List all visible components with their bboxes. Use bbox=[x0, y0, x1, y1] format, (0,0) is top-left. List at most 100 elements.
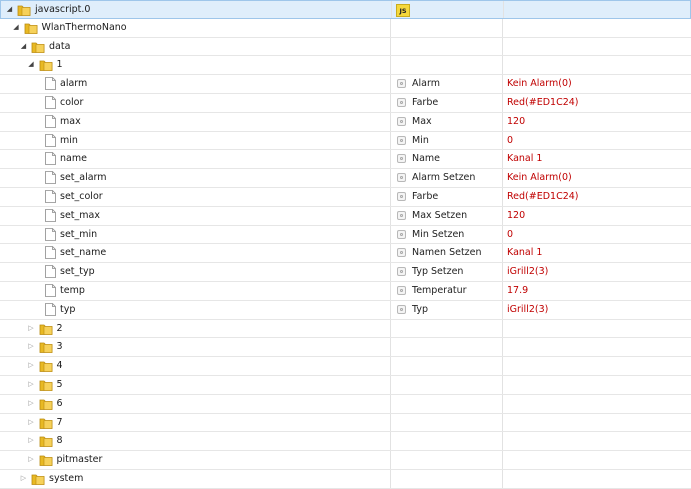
triangle-right-icon[interactable]: ▷ bbox=[27, 361, 36, 370]
state-value[interactable]: Kein Alarm(0) bbox=[507, 78, 572, 90]
id-cell: name bbox=[0, 150, 391, 169]
id-cell: ▷ 2 bbox=[0, 319, 391, 338]
state-value[interactable]: 17.9 bbox=[507, 285, 528, 297]
tree-row-wlanthermonano[interactable]: ◢ WlanThermoNano bbox=[0, 18, 691, 38]
id-cell: ▷ 4 bbox=[0, 357, 391, 375]
tree-item-label: WlanThermoNano bbox=[41, 21, 127, 33]
id-cell: ◢ 1 bbox=[0, 56, 391, 75]
state-name: Alarm Setzen bbox=[412, 172, 476, 184]
tree-item-label: set_name bbox=[60, 247, 107, 259]
folder-icon bbox=[39, 60, 52, 72]
state-name: Namen Setzen bbox=[412, 247, 482, 259]
state-value[interactable]: Red(#ED1C24) bbox=[507, 97, 579, 109]
column-divider bbox=[502, 263, 503, 281]
tree-row-alarm[interactable]: alarm Alarm Kein Alarm(0) bbox=[0, 75, 691, 94]
triangle-right-icon[interactable]: ▷ bbox=[27, 418, 36, 427]
tree-row-set-alarm[interactable]: set_alarm Alarm Setzen Kein Alarm(0) bbox=[0, 169, 691, 188]
tree-row-typ[interactable]: typ Typ iGrill2(3) bbox=[0, 300, 691, 320]
tree-row-color[interactable]: color Farbe Red(#ED1C24) bbox=[0, 93, 691, 113]
tree-row-min[interactable]: min Min 0 bbox=[0, 131, 691, 151]
column-divider bbox=[502, 357, 503, 375]
state-name: Farbe bbox=[412, 96, 439, 108]
state-name: Temperatur bbox=[412, 284, 467, 296]
file-icon bbox=[45, 133, 56, 147]
tree-row-2[interactable]: ▷ 2 bbox=[0, 319, 691, 339]
triangle-down-icon[interactable]: ◢ bbox=[5, 5, 14, 14]
triangle-right-icon[interactable]: ▷ bbox=[27, 455, 36, 464]
tree-row-set-name[interactable]: set_name Namen Setzen Kanal 1 bbox=[0, 244, 691, 264]
triangle-right-icon[interactable]: ▷ bbox=[27, 342, 36, 351]
tree-row-name[interactable]: name Name Kanal 1 bbox=[0, 150, 691, 170]
tree-row-set-min[interactable]: set_min Min Setzen 0 bbox=[0, 225, 691, 245]
tree-item-label: name bbox=[60, 153, 87, 165]
folder-icon bbox=[39, 324, 52, 335]
state-value[interactable]: iGrill2(3) bbox=[507, 304, 548, 316]
state-value[interactable]: Kanal 1 bbox=[507, 153, 542, 165]
state-value[interactable]: Kein Alarm(0) bbox=[507, 172, 572, 184]
state-value[interactable]: 0 bbox=[507, 135, 513, 147]
state-role-icon bbox=[397, 191, 406, 201]
triangle-right-icon[interactable]: ▷ bbox=[27, 380, 36, 389]
tree-row-1[interactable]: ◢ 1 bbox=[0, 56, 691, 76]
tree-item-label: alarm bbox=[60, 78, 88, 90]
column-divider bbox=[502, 206, 503, 225]
triangle-right-icon[interactable]: ▷ bbox=[27, 324, 36, 333]
file-icon bbox=[45, 227, 56, 241]
tree-row-6[interactable]: ▷ 6 bbox=[0, 394, 691, 414]
tree-row-set-color[interactable]: set_color Farbe Red(#ED1C24) bbox=[0, 187, 691, 207]
folder-icon bbox=[24, 23, 37, 34]
triangle-right-icon[interactable]: ▷ bbox=[19, 474, 28, 483]
id-cell: min bbox=[0, 131, 391, 150]
tree-row-8[interactable]: ▷ 8 bbox=[0, 432, 691, 452]
tree-row-data[interactable]: ◢ data bbox=[0, 37, 691, 57]
id-cell: typ bbox=[0, 300, 391, 319]
tree-item-label: set_typ bbox=[60, 266, 95, 278]
state-value[interactable]: 0 bbox=[507, 229, 513, 241]
tree-row-temp[interactable]: temp Temperatur 17.9 bbox=[0, 281, 691, 301]
state-name: Alarm bbox=[412, 78, 440, 90]
state-value[interactable]: 120 bbox=[507, 116, 525, 128]
id-cell: ▷ 6 bbox=[0, 394, 391, 413]
id-cell: ▷ system bbox=[0, 469, 391, 488]
file-icon bbox=[45, 96, 56, 109]
id-cell: ▷ 3 bbox=[0, 338, 391, 357]
tree-row-max[interactable]: max Max 120 bbox=[0, 112, 691, 132]
state-value[interactable]: iGrill2(3) bbox=[507, 266, 548, 278]
state-value[interactable]: 120 bbox=[507, 210, 525, 222]
tree-row-4[interactable]: ▷ 4 bbox=[0, 357, 691, 376]
tree-row-pitmaster[interactable]: ▷ pitmaster bbox=[0, 451, 691, 470]
file-icon bbox=[45, 190, 56, 203]
column-divider bbox=[502, 75, 503, 93]
tree-row-javascript-0[interactable]: ◢ javascript.0 JS bbox=[0, 0, 691, 19]
column-divider bbox=[503, 1, 504, 18]
tree-row-set-typ[interactable]: set_typ Typ Setzen iGrill2(3) bbox=[0, 263, 691, 282]
tree-item-label: set_color bbox=[60, 190, 103, 202]
column-divider bbox=[502, 432, 503, 451]
column-divider bbox=[502, 319, 503, 338]
folder-icon bbox=[39, 436, 52, 448]
tree-row-3[interactable]: ▷ 3 bbox=[0, 338, 691, 358]
state-name: Typ Setzen bbox=[412, 266, 464, 278]
file-icon bbox=[45, 152, 56, 166]
tree-row-5[interactable]: ▷ 5 bbox=[0, 375, 691, 395]
state-name: Name bbox=[412, 153, 441, 165]
tree-item-label: color bbox=[60, 96, 84, 108]
id-cell: color bbox=[0, 93, 391, 112]
triangle-down-icon[interactable]: ◢ bbox=[12, 23, 21, 32]
id-cell: set_typ bbox=[0, 263, 391, 281]
triangle-right-icon[interactable]: ▷ bbox=[27, 399, 36, 408]
file-icon bbox=[45, 246, 56, 260]
column-divider bbox=[502, 300, 503, 319]
column-divider bbox=[502, 112, 503, 131]
triangle-down-icon[interactable]: ◢ bbox=[27, 60, 36, 69]
state-name: Min bbox=[412, 134, 429, 146]
triangle-right-icon[interactable]: ▷ bbox=[27, 436, 36, 445]
column-divider bbox=[502, 469, 503, 488]
state-role-icon bbox=[397, 116, 406, 126]
tree-row-set-max[interactable]: set_max Max Setzen 120 bbox=[0, 206, 691, 226]
tree-row-7[interactable]: ▷ 7 bbox=[0, 413, 691, 433]
state-value[interactable]: Red(#ED1C24) bbox=[507, 191, 579, 203]
tree-row-system[interactable]: ▷ system bbox=[0, 469, 691, 489]
state-value[interactable]: Kanal 1 bbox=[507, 247, 542, 259]
triangle-down-icon[interactable]: ◢ bbox=[19, 42, 28, 51]
